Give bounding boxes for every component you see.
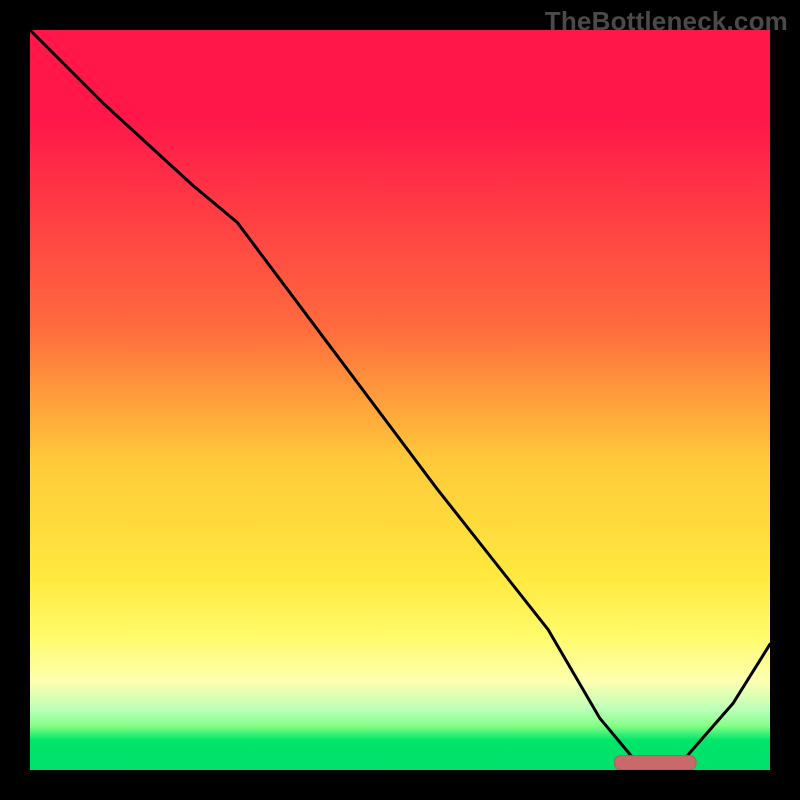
plot-svg xyxy=(30,30,770,770)
chart-frame: TheBottleneck.com xyxy=(0,0,800,800)
plot-area xyxy=(30,30,770,770)
bottleneck-curve xyxy=(30,30,770,763)
optimum-marker xyxy=(615,756,696,770)
